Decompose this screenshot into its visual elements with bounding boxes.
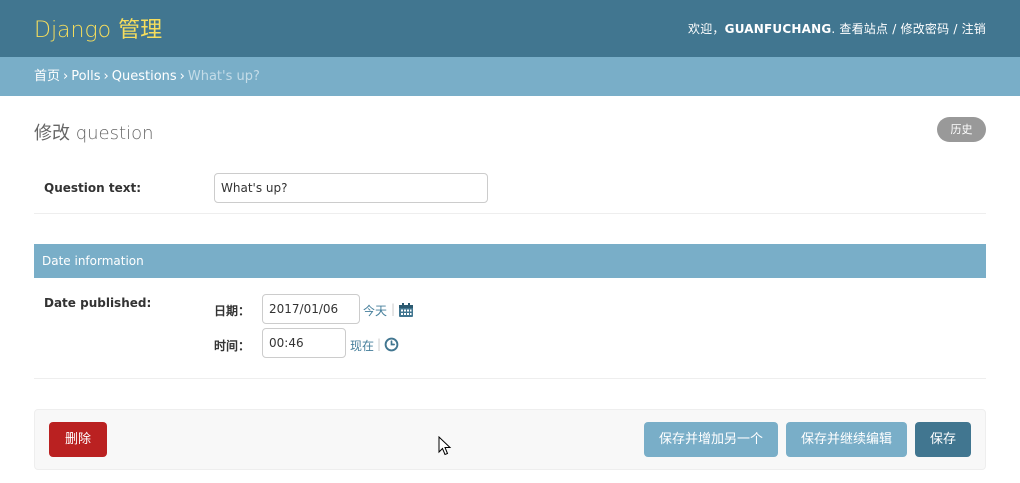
time-label: 时间： <box>214 339 251 353</box>
page-title: 修改 question <box>34 123 154 144</box>
now-link[interactable]: 现在 <box>350 337 374 354</box>
date-label: 日期： <box>214 304 251 318</box>
question-text-label: Question text: <box>44 181 141 195</box>
user-tools-separator: / <box>888 22 901 36</box>
save-and-continue-button[interactable]: 保存并继续编辑 <box>786 422 907 457</box>
breadcrumb-separator: › <box>63 69 69 84</box>
date-input[interactable] <box>262 294 360 324</box>
site-header: Django 管理 欢迎，GUANFUCHANG. 查看站点 / 修改密码 / … <box>0 0 1020 57</box>
logout-link[interactable]: 注销 <box>962 22 986 36</box>
breadcrumb-separator: › <box>103 69 109 84</box>
username: GUANFUCHANG <box>724 22 832 36</box>
breadcrumb-current: What's up? <box>187 69 260 84</box>
today-link[interactable]: 今天 <box>363 302 387 319</box>
row-divider <box>34 378 986 379</box>
view-site-link[interactable]: 查看站点 <box>839 22 888 36</box>
history-button[interactable]: 历史 <box>937 117 986 142</box>
user-tools: 欢迎，GUANFUCHANG. 查看站点 / 修改密码 / 注销 <box>688 20 986 37</box>
question-text-input[interactable] <box>214 173 488 203</box>
time-input[interactable] <box>262 328 346 358</box>
breadcrumb-app[interactable]: Polls <box>71 69 100 84</box>
welcome-text: 欢迎， <box>688 22 725 36</box>
calendar-icon[interactable] <box>398 302 414 322</box>
delete-button[interactable]: 删除 <box>49 422 107 457</box>
change-password-link[interactable]: 修改密码 <box>901 22 950 36</box>
site-name[interactable]: Django 管理 <box>34 12 162 44</box>
breadcrumb-model[interactable]: Questions <box>112 69 177 84</box>
save-button[interactable]: 保存 <box>915 422 971 457</box>
user-tools-separator: / <box>949 22 962 36</box>
clock-icon[interactable] <box>384 337 399 356</box>
fieldset-heading: Date information <box>34 244 986 278</box>
breadcrumb-home[interactable]: 首页 <box>34 69 60 84</box>
date-published-label: Date published: <box>44 296 152 310</box>
mouse-cursor-icon <box>438 435 452 461</box>
breadcrumb-separator: › <box>179 69 185 84</box>
save-and-add-another-button[interactable]: 保存并增加另一个 <box>644 422 778 457</box>
shortcut-separator: | <box>377 337 382 351</box>
breadcrumb: 首页 › Polls › Questions › What's up? <box>0 57 1020 96</box>
username-period: . <box>831 22 836 36</box>
shortcut-separator: | <box>391 302 396 316</box>
row-divider <box>34 213 986 214</box>
